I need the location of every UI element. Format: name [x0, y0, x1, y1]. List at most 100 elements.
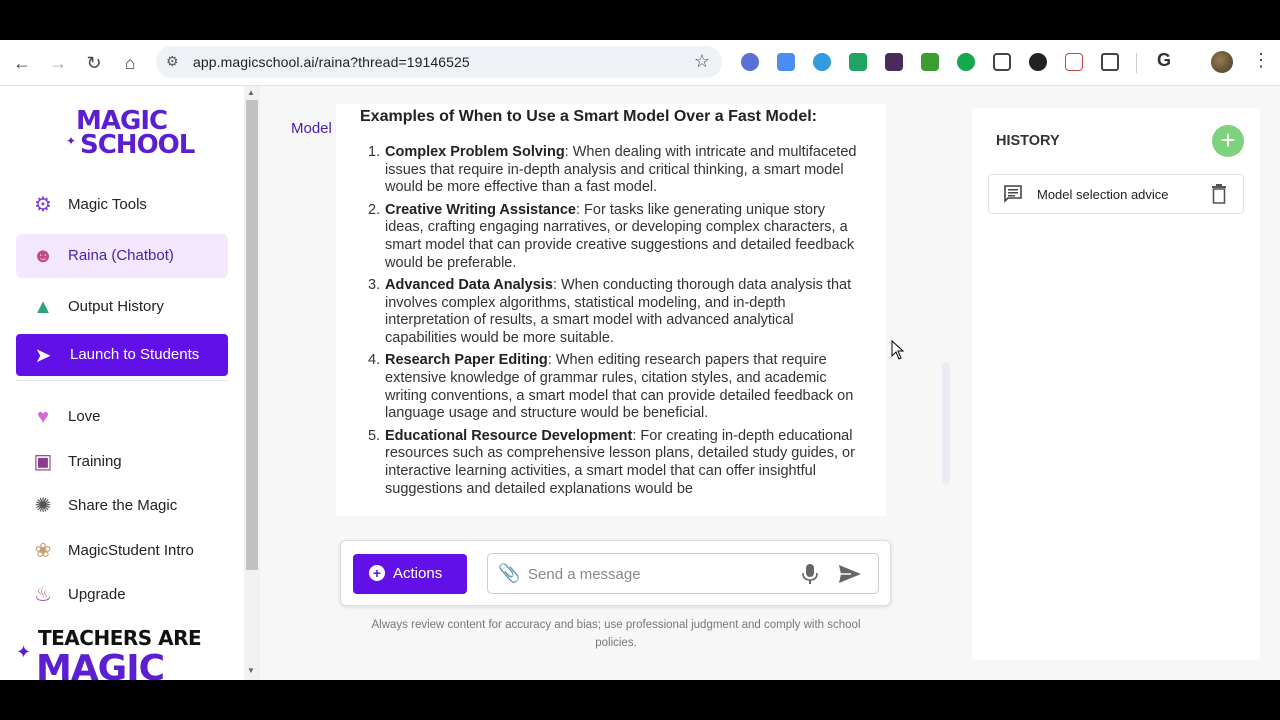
trash-icon[interactable]	[1211, 184, 1227, 204]
composer: + Actions 📎	[340, 540, 891, 606]
actions-label: Actions	[393, 565, 443, 582]
extension-gear-icon[interactable]	[741, 53, 759, 71]
sidebar-item-label: MagicStudent Intro	[68, 542, 194, 559]
launch-label: Launch to Students	[70, 346, 200, 363]
list-number: 2.	[368, 201, 381, 218]
site-info-icon[interactable]: ⚙	[166, 53, 179, 70]
sidebar-item-label: Magic Tools	[68, 196, 147, 213]
list-number: 1.	[368, 144, 381, 160]
sidebar-item-label: Love	[68, 408, 101, 425]
bunny-icon: ❀	[34, 540, 52, 562]
sidebar-item-label: Share the Magic	[68, 497, 178, 514]
extension-record-icon[interactable]	[849, 53, 867, 71]
forward-icon[interactable]: →	[47, 52, 69, 74]
sidebar-item-upgrade[interactable]: ♨ Upgrade	[16, 573, 228, 617]
raina-icon: ☻	[32, 245, 54, 267]
back-icon[interactable]: ←	[11, 52, 33, 74]
send-icon[interactable]	[838, 564, 862, 584]
sidebar-scrollbar[interactable]: ▲ ▼	[244, 86, 260, 680]
slogan-sparkle-icon: ✦	[16, 642, 32, 662]
logo-line2: SCHOOL	[80, 130, 195, 160]
list-number: 3.	[368, 276, 381, 293]
extension-pip-icon[interactable]	[993, 53, 1011, 71]
model-label[interactable]: Model	[291, 120, 332, 137]
launch-to-students-button[interactable]: ➤ Launch to Students	[16, 334, 228, 376]
history-title: HISTORY	[996, 133, 1060, 149]
sidebar-item-training[interactable]: ▣ Training	[16, 440, 228, 484]
list-item-title: Complex Problem Solving	[385, 144, 565, 160]
sidebar-item-magic-tools[interactable]: ⚙ Magic Tools	[16, 183, 228, 227]
actions-button[interactable]: + Actions	[353, 554, 467, 594]
scroll-up-icon[interactable]: ▲	[247, 88, 255, 97]
sidebar-item-label: Training	[68, 453, 122, 470]
magicschool-logo[interactable]: ✦ MAGIC SCHOOL	[66, 108, 195, 160]
sparkle-icon: ✺	[34, 495, 52, 517]
list-item-title: Research Paper Editing	[385, 352, 548, 369]
list-item: 4. Research Paper Editing: When editing r…	[360, 352, 865, 423]
new-chat-plus-icon[interactable]: +	[1212, 125, 1244, 157]
address-bar[interactable]: ⚙ app.magicschool.ai/raina?thread=191465…	[156, 46, 722, 78]
easel-icon: ▣	[33, 451, 53, 473]
extension-translate-icon[interactable]	[777, 53, 795, 71]
extensions-puzzle-icon[interactable]	[1101, 53, 1119, 71]
extension-calendar-icon[interactable]	[1065, 53, 1083, 71]
list-number: 4.	[368, 352, 381, 369]
potion-icon: ♨	[34, 584, 52, 606]
heart-icon: ♥	[37, 406, 49, 428]
output-history-icon: ▲	[33, 296, 53, 318]
google-icon[interactable]: G	[1157, 50, 1171, 71]
list-item: 5. Educational Resource Development: For …	[360, 428, 865, 499]
list-item-title: Creative Writing Assistance	[385, 201, 576, 218]
list-item-title: Educational Resource Development	[385, 427, 633, 444]
extension-q-icon[interactable]	[885, 53, 903, 71]
scroll-down-icon[interactable]: ▼	[247, 666, 255, 675]
url-text: app.magicschool.ai/raina?thread=19146525	[193, 54, 470, 70]
extension-grammarly-icon[interactable]	[957, 53, 975, 71]
list-item: 2. Creative Writing Assistance: For tasks…	[360, 202, 865, 273]
sidebar-item-label: Upgrade	[68, 586, 126, 603]
list-number: 5.	[368, 427, 381, 444]
plus-circle-icon: +	[369, 565, 385, 581]
sidebar-scroll-thumb[interactable]	[246, 100, 258, 570]
teachers-are-magic-banner: ✦ TEACHERS ARE MAGIC	[16, 626, 216, 680]
toolbar-divider	[1136, 53, 1137, 73]
browser-toolbar: ← → ↻ ⌂ ⚙ app.magicschool.ai/raina?threa…	[0, 40, 1280, 86]
assistant-message: Examples of When to Use a Smart Model Ov…	[336, 104, 886, 516]
screen-top-border	[0, 0, 1280, 40]
logo-sparkle-icon: ✦	[66, 134, 77, 148]
sidebar-item-raina[interactable]: ☻ Raina (Chatbot)	[16, 234, 228, 278]
bookmark-star-icon[interactable]: ☆	[694, 51, 710, 72]
slogan-line1: TEACHERS ARE	[38, 626, 202, 650]
profile-avatar[interactable]	[1211, 51, 1233, 73]
chat-bubble-icon	[1004, 185, 1022, 203]
sidebar-item-output-history[interactable]: ▲ Output History	[16, 285, 228, 329]
sidebar-item-love[interactable]: ♥ Love	[16, 395, 228, 439]
rocket-icon: ➤	[34, 345, 52, 367]
list-item-title: Advanced Data Analysis	[385, 276, 553, 293]
sidebar-item-label: Raina (Chatbot)	[68, 247, 174, 264]
history-item-label: Model selection advice	[1037, 187, 1169, 202]
examples-list: 1. Complex Problem Solving: When dealing …	[360, 144, 865, 503]
message-input[interactable]	[528, 564, 798, 584]
microphone-icon[interactable]	[802, 563, 818, 585]
sidebar: ✦ MAGIC SCHOOL ⚙ Magic Tools ☻ Raina (Ch…	[0, 86, 244, 680]
browser-menu-icon[interactable]: ⋮	[1252, 50, 1270, 71]
sidebar-item-share[interactable]: ✺ Share the Magic	[16, 484, 228, 528]
chat-scrollbar[interactable]	[942, 362, 950, 484]
history-panel: HISTORY + Model selection advice	[972, 108, 1260, 660]
history-item[interactable]: Model selection advice	[988, 174, 1244, 214]
home-icon[interactable]: ⌂	[119, 52, 141, 74]
sidebar-item-label: Output History	[68, 298, 164, 315]
sidebar-item-magicstudent-intro[interactable]: ❀ MagicStudent Intro	[16, 529, 228, 573]
list-item: 3. Advanced Data Analysis: When conductin…	[360, 277, 865, 348]
magic-tools-icon: ⚙	[34, 194, 52, 216]
extension-circle-icon[interactable]	[813, 53, 831, 71]
extension-green-icon[interactable]	[921, 53, 939, 71]
attach-paperclip-icon[interactable]: 📎	[498, 563, 520, 584]
extension-dot-icon[interactable]	[1029, 53, 1047, 71]
slogan-line2: MAGIC	[36, 648, 165, 680]
disclaimer-text: Always review content for accuracy and b…	[371, 619, 861, 649]
reload-icon[interactable]: ↻	[83, 52, 105, 74]
message-heading: Examples of When to Use a Smart Model Ov…	[360, 108, 817, 125]
message-box: 📎	[487, 553, 879, 594]
